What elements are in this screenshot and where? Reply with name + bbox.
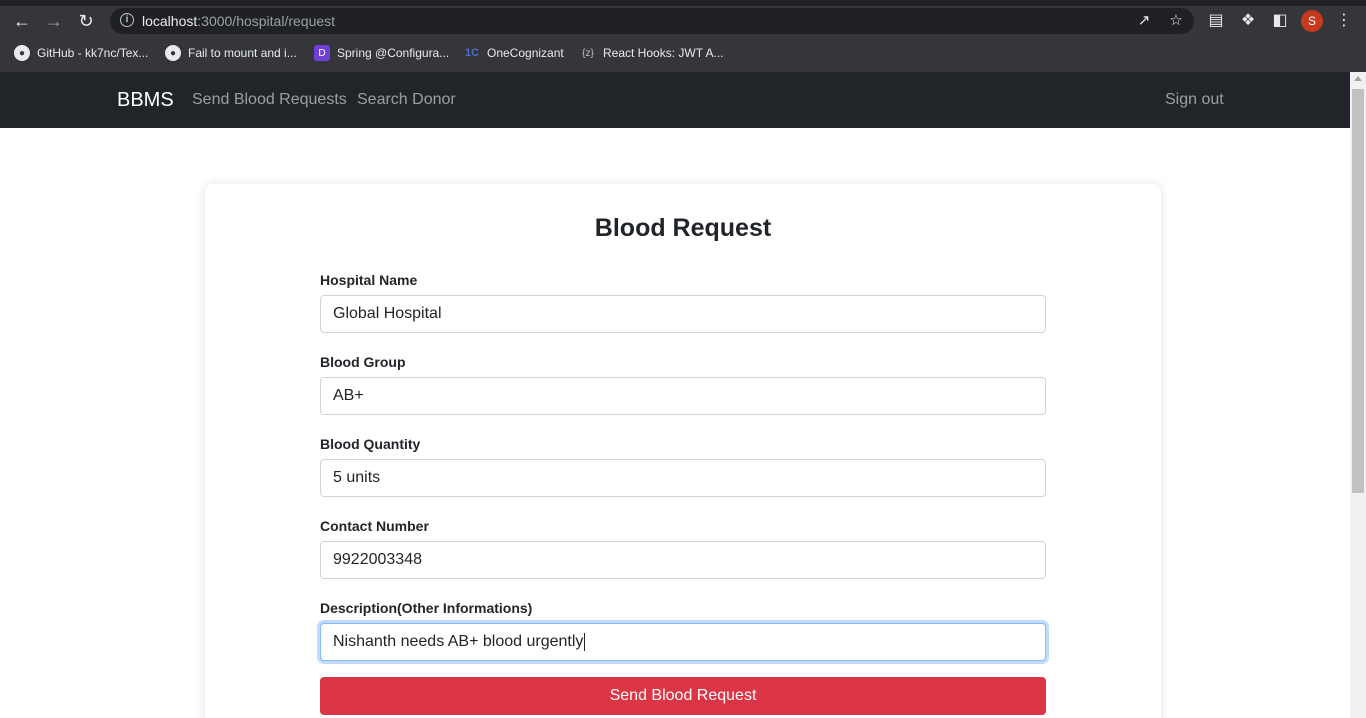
app-navbar: BBMS Send Blood Requests Search Donor Si… xyxy=(0,72,1350,128)
side-panel-icon[interactable]: ◧ xyxy=(1268,9,1292,33)
contact-number-input[interactable]: 9922003348 xyxy=(320,541,1046,579)
description-value: Nishanth needs AB+ blood urgently xyxy=(333,633,584,650)
menu-kebab-icon[interactable]: ⋮ xyxy=(1332,9,1356,33)
bookmark-item[interactable]: 1C OneCognizant xyxy=(464,44,564,62)
nav-search-donor[interactable]: Search Donor xyxy=(357,91,456,109)
scroll-thumb[interactable] xyxy=(1352,89,1364,493)
bookmark-star-icon[interactable]: ☆ xyxy=(1166,11,1186,31)
browser-chrome: ← → ↻ i localhost:3000/hospital/request … xyxy=(0,0,1366,72)
hospital-name-label: Hospital Name xyxy=(320,272,418,288)
extension-icon[interactable]: ▤ xyxy=(1204,9,1228,33)
forward-icon[interactable]: → xyxy=(40,6,68,36)
back-icon[interactable]: ← xyxy=(8,6,36,36)
blood-quantity-input[interactable]: 5 units xyxy=(320,459,1046,497)
scroll-up-arrow-icon[interactable] xyxy=(1354,76,1362,81)
reload-icon[interactable]: ↻ xyxy=(72,6,100,36)
profile-avatar[interactable]: S xyxy=(1301,10,1323,32)
share-icon[interactable]: ↗ xyxy=(1134,11,1154,31)
bookmark-item[interactable]: ● Fail to mount and i... xyxy=(165,44,297,62)
description-label: Description(Other Informations) xyxy=(320,600,533,616)
page-title: Blood Request xyxy=(594,214,772,242)
browser-toolbar: ← → ↻ i localhost:3000/hospital/request … xyxy=(0,6,1366,36)
onecognizant-icon: 1C xyxy=(464,47,480,59)
sign-out-link[interactable]: Sign out xyxy=(1165,91,1224,109)
extensions-puzzle-icon[interactable]: ❖ xyxy=(1236,9,1260,33)
bookmark-item[interactable]: ● GitHub - kk7nc/Tex... xyxy=(14,44,148,62)
nav-send-blood-requests[interactable]: Send Blood Requests xyxy=(192,91,347,109)
brand-logo[interactable]: BBMS xyxy=(117,89,174,112)
github-icon: ● xyxy=(165,45,181,61)
bookmark-item[interactable]: {z} React Hooks: JWT A... xyxy=(580,44,723,62)
address-bar[interactable]: i localhost:3000/hospital/request ↗ ☆ xyxy=(110,8,1194,34)
blood-quantity-label: Blood Quantity xyxy=(320,436,421,452)
address-url[interactable]: localhost:3000/hospital/request xyxy=(142,13,335,29)
contact-number-label: Contact Number xyxy=(320,518,429,534)
bracket-z-icon: {z} xyxy=(582,47,594,59)
send-blood-request-button[interactable]: Send Blood Request xyxy=(320,677,1046,715)
spring-icon: D xyxy=(314,45,330,61)
blood-group-label: Blood Group xyxy=(320,354,406,370)
bookmark-item[interactable]: D Spring @Configura... xyxy=(314,44,449,62)
site-info-icon[interactable]: i xyxy=(120,13,134,27)
blood-group-input[interactable]: AB+ xyxy=(320,377,1046,415)
description-input[interactable]: Nishanth needs AB+ blood urgently xyxy=(320,623,1046,661)
text-caret xyxy=(584,632,586,651)
hospital-name-input[interactable]: Global Hospital xyxy=(320,295,1046,333)
blood-request-card: Blood Request Hospital Name Global Hospi… xyxy=(205,184,1161,718)
page-scrollbar[interactable] xyxy=(1350,72,1366,718)
github-icon: ● xyxy=(14,45,30,61)
bookmarks-bar: ● GitHub - kk7nc/Tex... ● Fail to mount … xyxy=(0,40,1366,66)
